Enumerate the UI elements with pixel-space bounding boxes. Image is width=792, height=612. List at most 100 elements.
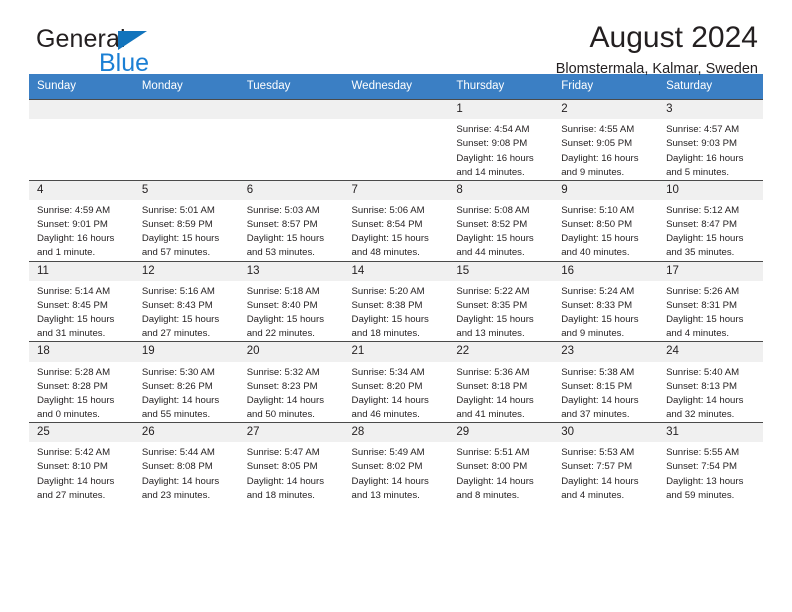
daylight-duration-line1: Daylight: 14 hours [456,475,534,487]
day-number: 16 [553,261,659,281]
day-details: Sunrise: 5:20 AM Sunset: 8:38 PM Daylight:… [344,281,449,341]
daylight-duration-line1: Daylight: 16 hours [561,152,639,164]
day-details: Sunrise: 5:44 AM Sunset: 8:08 PM Daylight:… [134,442,239,502]
calendar-day-cell[interactable]: 9 Sunrise: 5:10 AM Sunset: 8:50 PM Daylight… [553,179,659,261]
calendar-day-cell[interactable]: 23 Sunrise: 5:38 AM Sunset: 8:15 PM Dayligh… [553,341,659,423]
sunset-time: Sunset: 9:05 PM [561,138,633,150]
page-subtitle: Blomstermala, Kalmar, Sweden [555,61,758,77]
day-number: 19 [133,342,239,362]
sunset-time: Sunset: 8:05 PM [246,461,318,473]
calendar-day-cell[interactable]: 31 Sunrise: 5:55 AM Sunset: 7:54 PM Dayligh… [658,421,763,503]
day-details: Sunrise: 5:47 AM Sunset: 8:05 PM Daylight:… [239,442,344,502]
daylight-duration-line1: Daylight: 15 hours [456,233,534,245]
calendar-day-cell[interactable]: 30 Sunrise: 5:53 AM Sunset: 7:57 PM Dayligh… [553,421,659,503]
calendar-day-cell[interactable]: 2 Sunrise: 4:55 AM Sunset: 9:05 PM Daylight… [553,99,659,181]
day-details: Sunrise: 5:01 AM Sunset: 8:59 PM Daylight:… [134,200,239,260]
daylight-duration-line1: Daylight: 14 hours [561,394,639,406]
calendar-day-cell[interactable]: 15 Sunrise: 5:22 AM Sunset: 8:35 PM Dayligh… [448,260,554,342]
sunset-time: Sunset: 8:33 PM [561,299,633,311]
calendar-day-cell[interactable]: 29 Sunrise: 5:51 AM Sunset: 8:00 PM Dayligh… [448,421,554,503]
daylight-duration-line2: and 35 minutes. [666,247,735,259]
day-number: 27 [238,423,344,443]
calendar-day-cell[interactable]: 4 Sunrise: 4:59 AM Sunset: 9:01 PM Daylight… [29,179,134,261]
day-details: Sunrise: 5:16 AM Sunset: 8:43 PM Daylight:… [134,281,239,341]
daylight-duration-line1: Daylight: 15 hours [246,233,325,245]
day-details: Sunrise: 5:03 AM Sunset: 8:57 PM Daylight:… [239,200,344,260]
day-number: 13 [238,261,344,281]
daylight-duration-line2: and 44 minutes. [456,247,525,259]
sunrise-time: Sunrise: 5:16 AM [141,285,215,297]
calendar-week-row: 18 Sunrise: 5:28 AM Sunset: 8:28 PM Dayligh… [29,341,763,423]
sunrise-time: Sunrise: 5:47 AM [246,447,320,459]
calendar-day-cell[interactable]: 1 Sunrise: 4:54 AM Sunset: 9:08 PM Daylight… [448,99,554,181]
calendar-day-cell-empty [238,99,344,181]
sunrise-time: Sunrise: 4:54 AM [456,124,530,136]
day-details: Sunrise: 5:14 AM Sunset: 8:45 PM Daylight:… [29,281,134,341]
sunrise-time: Sunrise: 5:26 AM [666,285,740,297]
day-details: Sunrise: 5:38 AM Sunset: 8:15 PM Daylight:… [553,362,658,422]
calendar-day-cell[interactable]: 24 Sunrise: 5:40 AM Sunset: 8:13 PM Dayligh… [658,341,763,423]
calendar-day-cell[interactable]: 28 Sunrise: 5:49 AM Sunset: 8:02 PM Dayligh… [343,421,449,503]
general-blue-logo[interactable]: General Blue [36,27,236,79]
sunrise-time: Sunrise: 5:14 AM [37,285,111,297]
weekday-header-friday: Friday [553,74,659,100]
calendar-week-row: 11 Sunrise: 5:14 AM Sunset: 8:45 PM Dayligh… [29,260,763,342]
calendar-day-cell[interactable]: 25 Sunrise: 5:42 AM Sunset: 8:10 PM Dayligh… [29,421,134,503]
daylight-duration-line1: Daylight: 14 hours [246,394,325,406]
sunset-time: Sunset: 8:45 PM [37,299,108,311]
calendar-day-cell[interactable]: 7 Sunrise: 5:06 AM Sunset: 8:54 PM Daylight… [343,179,449,261]
sunset-time: Sunset: 9:08 PM [456,138,528,150]
sunset-time: Sunset: 8:10 PM [37,461,108,473]
calendar-day-cell[interactable]: 8 Sunrise: 5:08 AM Sunset: 8:52 PM Daylight… [448,179,554,261]
daylight-duration-line2: and 9 minutes. [561,166,625,178]
calendar-day-cell[interactable]: 14 Sunrise: 5:20 AM Sunset: 8:38 PM Dayligh… [343,260,449,342]
logo-triangle-icon [118,31,147,50]
daylight-duration-line1: Daylight: 15 hours [37,394,115,406]
calendar-day-cell[interactable]: 12 Sunrise: 5:16 AM Sunset: 8:43 PM Dayligh… [133,260,239,342]
calendar-day-cell[interactable]: 20 Sunrise: 5:32 AM Sunset: 8:23 PM Dayligh… [238,341,344,423]
day-number: 30 [553,423,659,443]
day-number: 22 [448,342,554,362]
day-details: Sunrise: 5:42 AM Sunset: 8:10 PM Daylight:… [29,442,134,502]
sunset-time: Sunset: 8:20 PM [351,380,423,392]
calendar-day-cell[interactable]: 5 Sunrise: 5:01 AM Sunset: 8:59 PM Daylight… [133,179,239,261]
day-details: Sunrise: 5:32 AM Sunset: 8:23 PM Daylight:… [239,362,344,422]
calendar-day-cell[interactable]: 16 Sunrise: 5:24 AM Sunset: 8:33 PM Dayligh… [553,260,659,342]
weekday-header-saturday: Saturday [658,74,763,100]
daylight-duration-line1: Daylight: 14 hours [561,475,639,487]
calendar-day-cell[interactable]: 17 Sunrise: 5:26 AM Sunset: 8:31 PM Dayligh… [658,260,763,342]
calendar-day-cell[interactable]: 22 Sunrise: 5:36 AM Sunset: 8:18 PM Dayligh… [448,341,554,423]
daylight-duration-line2: and 8 minutes. [456,489,520,501]
calendar-day-cell[interactable]: 3 Sunrise: 4:57 AM Sunset: 9:03 PM Daylight… [658,99,763,181]
calendar-day-cell[interactable]: 19 Sunrise: 5:30 AM Sunset: 8:26 PM Dayligh… [133,341,239,423]
sunset-time: Sunset: 8:59 PM [141,219,213,231]
day-number: 14 [343,261,449,281]
calendar-day-cell[interactable]: 13 Sunrise: 5:18 AM Sunset: 8:40 PM Dayligh… [238,260,344,342]
day-number: 12 [133,261,239,281]
calendar-day-cell[interactable]: 6 Sunrise: 5:03 AM Sunset: 8:57 PM Daylight… [238,179,344,261]
calendar-week-row: 4 Sunrise: 4:59 AM Sunset: 9:01 PM Daylight… [29,179,763,261]
day-details: Sunrise: 5:34 AM Sunset: 8:20 PM Daylight:… [344,362,449,422]
sunrise-time: Sunrise: 5:40 AM [666,366,740,378]
day-details: Sunrise: 5:22 AM Sunset: 8:35 PM Daylight:… [448,281,553,341]
sunset-time: Sunset: 7:54 PM [666,461,737,473]
calendar-day-cell[interactable]: 10 Sunrise: 5:12 AM Sunset: 8:47 PM Dayligh… [658,179,763,261]
daylight-duration-line1: Daylight: 15 hours [561,314,639,326]
daylight-duration-line1: Daylight: 14 hours [141,475,220,487]
sunrise-time: Sunrise: 5:42 AM [37,447,111,459]
day-number: 2 [553,100,659,120]
sunrise-time: Sunrise: 5:28 AM [37,366,111,378]
calendar-day-cell[interactable]: 18 Sunrise: 5:28 AM Sunset: 8:28 PM Dayligh… [29,341,134,423]
day-number: 7 [343,180,449,201]
calendar-day-cell[interactable]: 26 Sunrise: 5:44 AM Sunset: 8:08 PM Dayligh… [133,421,239,503]
sunset-time: Sunset: 8:52 PM [456,219,528,231]
sunrise-time: Sunrise: 4:55 AM [561,124,635,136]
calendar-day-cell[interactable]: 21 Sunrise: 5:34 AM Sunset: 8:20 PM Dayligh… [343,341,449,423]
daylight-duration-line2: and 46 minutes. [351,408,420,420]
sunset-time: Sunset: 8:15 PM [561,380,633,392]
day-number [238,100,344,120]
sunrise-time: Sunrise: 5:22 AM [456,285,530,297]
calendar-day-cell[interactable]: 11 Sunrise: 5:14 AM Sunset: 8:45 PM Dayligh… [29,260,134,342]
sunrise-time: Sunrise: 4:59 AM [37,205,111,217]
calendar-day-cell[interactable]: 27 Sunrise: 5:47 AM Sunset: 8:05 PM Dayligh… [238,421,344,503]
